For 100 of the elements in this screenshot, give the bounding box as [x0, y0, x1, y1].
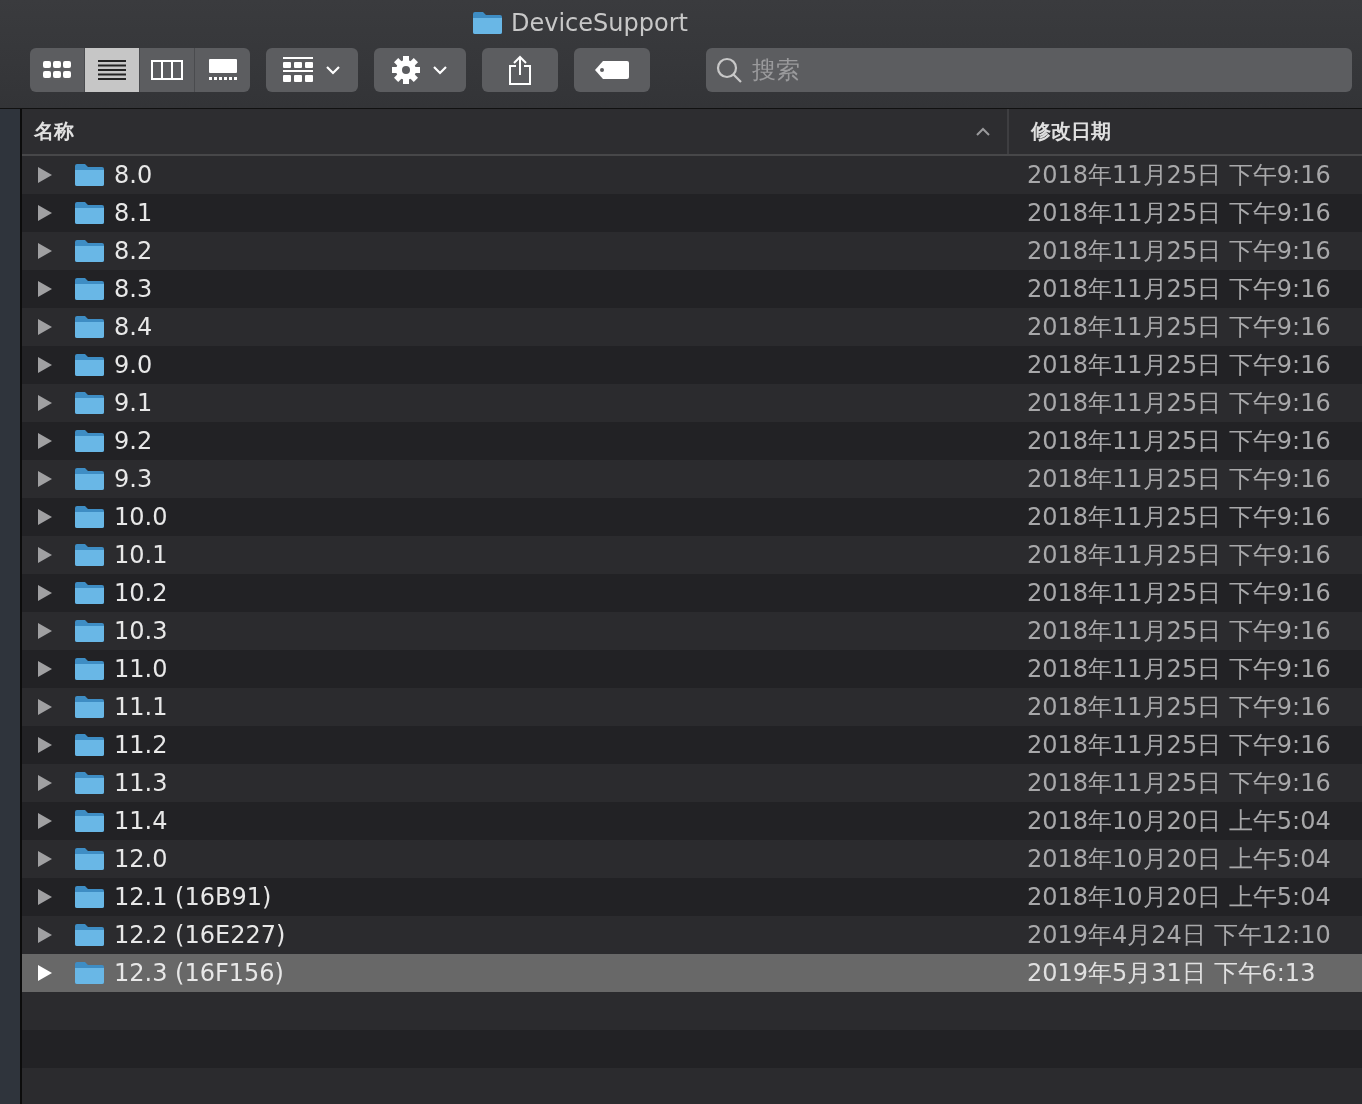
file-name: 8.3	[114, 275, 153, 303]
tag-button[interactable]	[574, 48, 650, 92]
file-name: 8.4	[114, 313, 153, 341]
view-mode-button[interactable]	[85, 48, 140, 92]
disclosure-triangle-icon[interactable]	[38, 737, 52, 753]
action-button[interactable]	[374, 48, 466, 92]
modified-date: 2018年11月25日 下午9:16	[1026, 312, 1332, 343]
group-icon	[283, 57, 313, 83]
modified-date: 2018年11月25日 下午9:16	[1026, 160, 1332, 191]
file-name: 8.2	[114, 237, 153, 265]
modified-date: 2018年11月25日 下午9:16	[1026, 464, 1332, 495]
share-icon	[508, 55, 532, 85]
modified-date: 2018年11月25日 下午9:16	[1026, 654, 1332, 685]
modified-date: 2018年11月25日 下午9:16	[1026, 236, 1332, 267]
folder-icon	[74, 885, 105, 909]
file-name: 11.1	[114, 693, 168, 721]
folder-icon	[74, 391, 105, 415]
file-row[interactable]: 9.2 2018年11月25日 下午9:16	[22, 422, 1362, 460]
disclosure-triangle-icon[interactable]	[38, 851, 52, 867]
chevron-icon	[325, 65, 341, 75]
modified-date: 2018年10月20日 上午5:04	[1026, 882, 1332, 913]
column-header[interactable]: 修改日期	[1007, 109, 1362, 154]
disclosure-triangle-icon[interactable]	[38, 319, 52, 335]
folder-icon	[74, 543, 105, 567]
search-field[interactable]: 搜索	[706, 48, 1352, 92]
folder-icon	[74, 961, 105, 985]
file-name: 10.3	[114, 617, 168, 645]
folder-icon	[74, 619, 105, 643]
disclosure-triangle-icon[interactable]	[38, 661, 52, 677]
disclosure-triangle-icon[interactable]	[38, 585, 52, 601]
group-button[interactable]	[266, 48, 358, 92]
file-name: 11.4	[114, 807, 168, 835]
disclosure-triangle-icon[interactable]	[38, 965, 52, 981]
folder-icon	[74, 809, 105, 833]
disclosure-triangle-icon[interactable]	[38, 243, 52, 259]
search-icon	[716, 57, 742, 83]
folder-icon	[74, 695, 105, 719]
modified-date: 2018年11月25日 下午9:16	[1026, 274, 1332, 305]
disclosure-triangle-icon[interactable]	[38, 699, 52, 715]
disclosure-triangle-icon[interactable]	[38, 509, 52, 525]
file-row[interactable]: 12.1 (16B91) 2018年10月20日 上午5:04	[22, 878, 1362, 916]
disclosure-triangle-icon[interactable]	[38, 889, 52, 905]
file-row[interactable]: 10.0 2018年11月25日 下午9:16	[22, 498, 1362, 536]
folder-icon	[74, 847, 105, 871]
file-name: 12.2 (16E227)	[114, 921, 286, 949]
file-name: 11.0	[114, 655, 168, 683]
disclosure-triangle-icon[interactable]	[38, 927, 52, 943]
file-name: 12.3 (16F156)	[114, 959, 284, 987]
modified-date: 2019年5月31日 下午6:13	[1026, 958, 1317, 989]
modified-date: 2018年11月25日 下午9:16	[1026, 388, 1332, 419]
disclosure-triangle-icon[interactable]	[38, 395, 52, 411]
share-button[interactable]	[482, 48, 558, 92]
disclosure-triangle-icon[interactable]	[38, 281, 52, 297]
folder-icon	[74, 467, 105, 491]
modified-date: 2018年10月20日 上午5:04	[1026, 844, 1332, 875]
disclosure-triangle-icon[interactable]	[38, 357, 52, 373]
disclosure-triangle-icon[interactable]	[38, 471, 52, 487]
file-name: 9.3	[114, 465, 153, 493]
modified-date: 2018年11月25日 下午9:16	[1026, 540, 1332, 571]
modified-date: 2018年11月25日 下午9:16	[1026, 350, 1332, 381]
folder-icon	[74, 429, 105, 453]
disclosure-triangle-icon[interactable]	[38, 775, 52, 791]
disclosure-triangle-icon[interactable]	[38, 167, 52, 183]
column-header[interactable]: 名称	[22, 109, 1007, 154]
folder-icon	[74, 163, 105, 187]
disclosure-triangle-icon[interactable]	[38, 547, 52, 563]
folder-icon	[74, 771, 105, 795]
modified-date: 2018年11月25日 下午9:16	[1026, 616, 1332, 647]
gallery-icon	[207, 59, 238, 81]
folder-icon	[74, 581, 105, 605]
chevron-icon	[432, 65, 448, 75]
modified-date: 2018年11月25日 下午9:16	[1026, 768, 1332, 799]
grid-icon	[43, 60, 71, 80]
file-row[interactable]: 12.3 (16F156) 2019年5月31日 下午6:13	[22, 954, 1362, 992]
disclosure-triangle-icon[interactable]	[38, 205, 52, 221]
file-row[interactable]: 10.2 2018年11月25日 下午9:16	[22, 574, 1362, 612]
modified-date: 2018年11月25日 下午9:16	[1026, 198, 1332, 229]
file-name: 11.3	[114, 769, 168, 797]
file-row[interactable]: 8.1 2018年11月25日 下午9:16	[22, 194, 1362, 232]
folder-icon	[74, 733, 105, 757]
settings-icon	[392, 56, 420, 84]
modified-date: 2019年4月24日 下午12:10	[1026, 920, 1332, 951]
file-row[interactable]: 11.4 2018年10月20日 上午5:04	[22, 802, 1362, 840]
file-row[interactable]: 8.3 2018年11月25日 下午9:16	[22, 270, 1362, 308]
folder-icon	[74, 505, 105, 529]
list-icon	[98, 60, 126, 80]
file-name: 10.1	[114, 541, 168, 569]
disclosure-triangle-icon[interactable]	[38, 813, 52, 829]
file-row[interactable]: 11.2 2018年11月25日 下午9:16	[22, 726, 1362, 764]
file-name: 9.0	[114, 351, 153, 379]
disclosure-triangle-icon[interactable]	[38, 433, 52, 449]
folder-icon	[74, 201, 105, 225]
file-name: 10.2	[114, 579, 168, 607]
file-row[interactable]: 11.0 2018年11月25日 下午9:16	[22, 650, 1362, 688]
file-name: 12.1 (16B91)	[114, 883, 272, 911]
file-row[interactable]: 9.0 2018年11月25日 下午9:16	[22, 346, 1362, 384]
disclosure-triangle-icon[interactable]	[38, 623, 52, 639]
modified-date: 2018年11月25日 下午9:16	[1026, 578, 1332, 609]
file-name: 11.2	[114, 731, 168, 759]
folder-icon	[472, 11, 503, 35]
